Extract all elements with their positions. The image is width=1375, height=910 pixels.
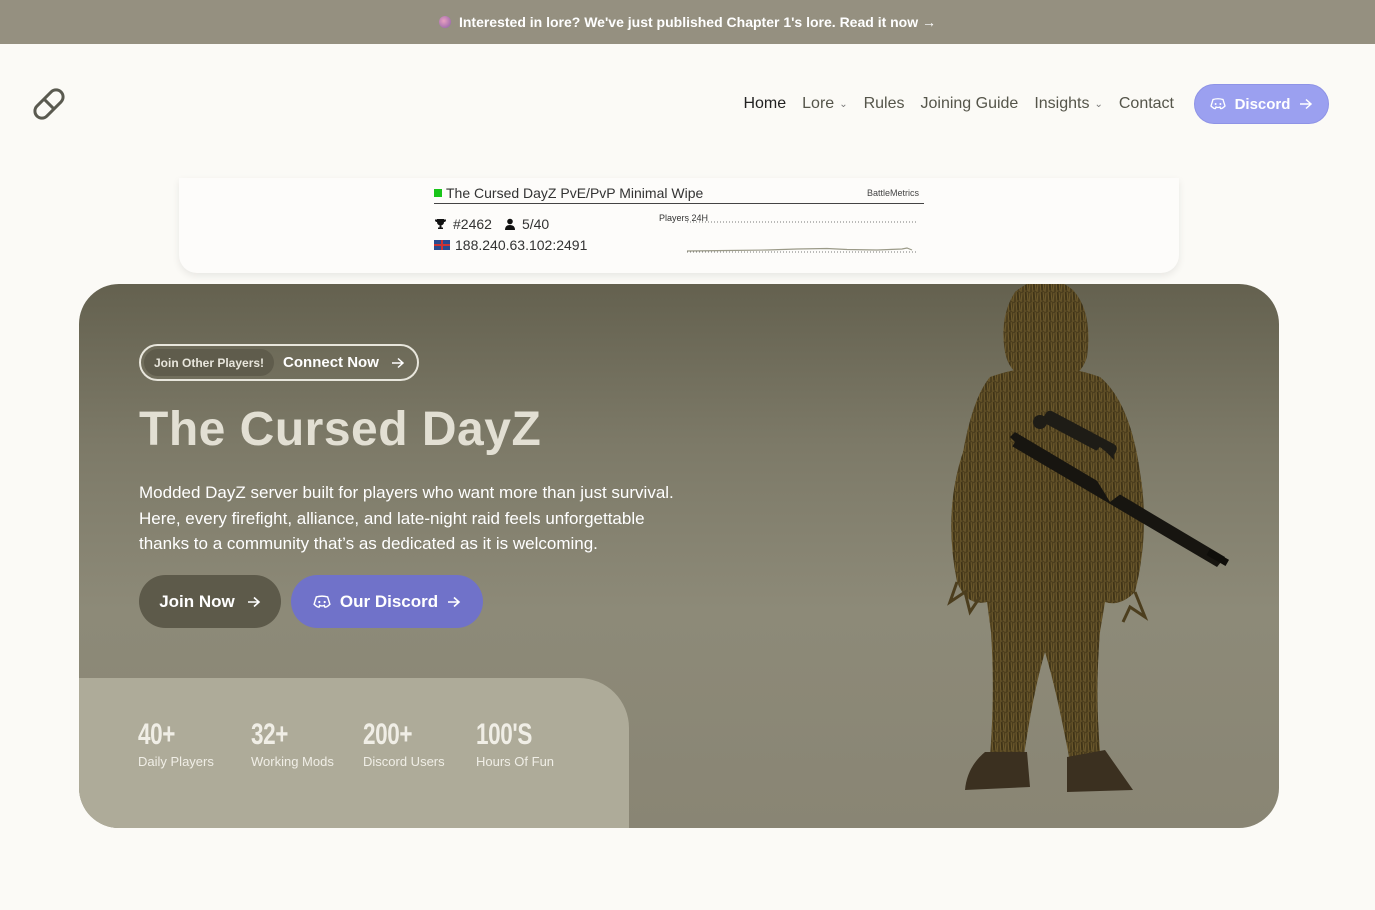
nav-rules-label: Rules [863, 95, 905, 112]
pill-logo-icon[interactable] [30, 86, 68, 122]
stat-working-mods: 32+ Working Mods [251, 718, 334, 769]
discord-icon [1209, 98, 1226, 110]
nav-home-label: Home [743, 95, 787, 112]
nav-contact-label: Contact [1118, 95, 1174, 112]
uk-flag-icon [434, 240, 450, 250]
chevron-down-icon: ⌄ [1094, 98, 1103, 110]
arrow-right-icon [448, 596, 461, 607]
discord-button[interactable]: Discord [1194, 84, 1329, 124]
our-discord-button[interactable]: Our Discord [291, 575, 483, 628]
hero-section: Join Other Players! Connect Now The Curs… [79, 284, 1279, 828]
battlemetrics-widget[interactable]: The Cursed DayZ PvE/PvP Minimal Wipe Bat… [434, 184, 924, 259]
sparkle-icon [438, 16, 451, 28]
chevron-down-icon: ⌄ [839, 98, 848, 110]
hero-title: The Cursed DayZ [139, 403, 542, 456]
battlemetrics-brand[interactable]: BattleMetrics [867, 188, 919, 198]
arrow-right-icon [391, 357, 405, 368]
nav-home[interactable]: Home [743, 95, 786, 113]
server-rank: #2462 [453, 216, 492, 232]
main-nav: Home Lore ⌄ Rules Joining Guide Insights ⌄… [743, 84, 1329, 124]
join-now-label: Join Now [159, 591, 235, 611]
stats-panel: 40+ Daily Players 32+ Working Mods 200+ … [79, 678, 629, 828]
stat-hours-of-fun: 100'S Hours Of Fun [476, 718, 554, 769]
discord-button-label: Discord [1234, 95, 1291, 113]
trophy-icon [435, 219, 446, 229]
join-now-button[interactable]: Join Now [139, 575, 281, 628]
our-discord-label: Our Discord [339, 591, 439, 611]
stat-label: Hours Of Fun [476, 754, 555, 769]
announcement-text[interactable]: Interested in lore? We've just published… [459, 14, 936, 30]
pill-cta[interactable]: Connect Now [283, 354, 405, 371]
hero-description: Modded DayZ server built for players who… [139, 483, 674, 553]
nav-contact[interactable]: Contact [1119, 95, 1174, 113]
ghillie-soldier-image [947, 284, 1230, 792]
stat-label: Discord Users [363, 754, 445, 769]
stat-value: 40+ [138, 718, 176, 751]
nav-lore-label: Lore [802, 95, 835, 112]
server-address[interactable]: 188.240.63.102:2491 [455, 237, 587, 253]
user-icon [504, 218, 515, 230]
pill-cta-label: Connect Now [283, 354, 379, 371]
stat-label: Working Mods [251, 754, 334, 769]
stat-value: 200+ [363, 718, 413, 751]
stat-value: 32+ [251, 718, 289, 751]
discord-icon [313, 594, 331, 608]
nav-insights-label: Insights [1034, 95, 1090, 112]
stat-label: Daily Players [138, 754, 214, 769]
connect-now-pill[interactable]: Join Other Players! Connect Now [139, 344, 419, 381]
announcement-bar[interactable]: Interested in lore? We've just published… [0, 0, 1375, 44]
nav-lore[interactable]: Lore ⌄ [802, 95, 847, 113]
players-24h-graph [687, 221, 917, 253]
nav-joining-guide-label: Joining Guide [920, 95, 1019, 112]
stat-discord-users: 200+ Discord Users [363, 718, 445, 769]
arrow-right-icon [247, 596, 260, 607]
nav-insights[interactable]: Insights ⌄ [1034, 95, 1103, 113]
arrow-right-icon [1300, 98, 1313, 110]
player-count: 5/40 [521, 216, 550, 232]
server-name[interactable]: The Cursed DayZ PvE/PvP Minimal Wipe [446, 185, 867, 201]
nav-joining-guide[interactable]: Joining Guide [920, 95, 1018, 113]
pill-tag: Join Other Players! [144, 349, 275, 376]
stat-daily-players: 40+ Daily Players [138, 718, 214, 769]
online-status-icon [434, 188, 442, 197]
stat-value: 100'S [476, 718, 533, 751]
nav-rules[interactable]: Rules [864, 95, 905, 113]
